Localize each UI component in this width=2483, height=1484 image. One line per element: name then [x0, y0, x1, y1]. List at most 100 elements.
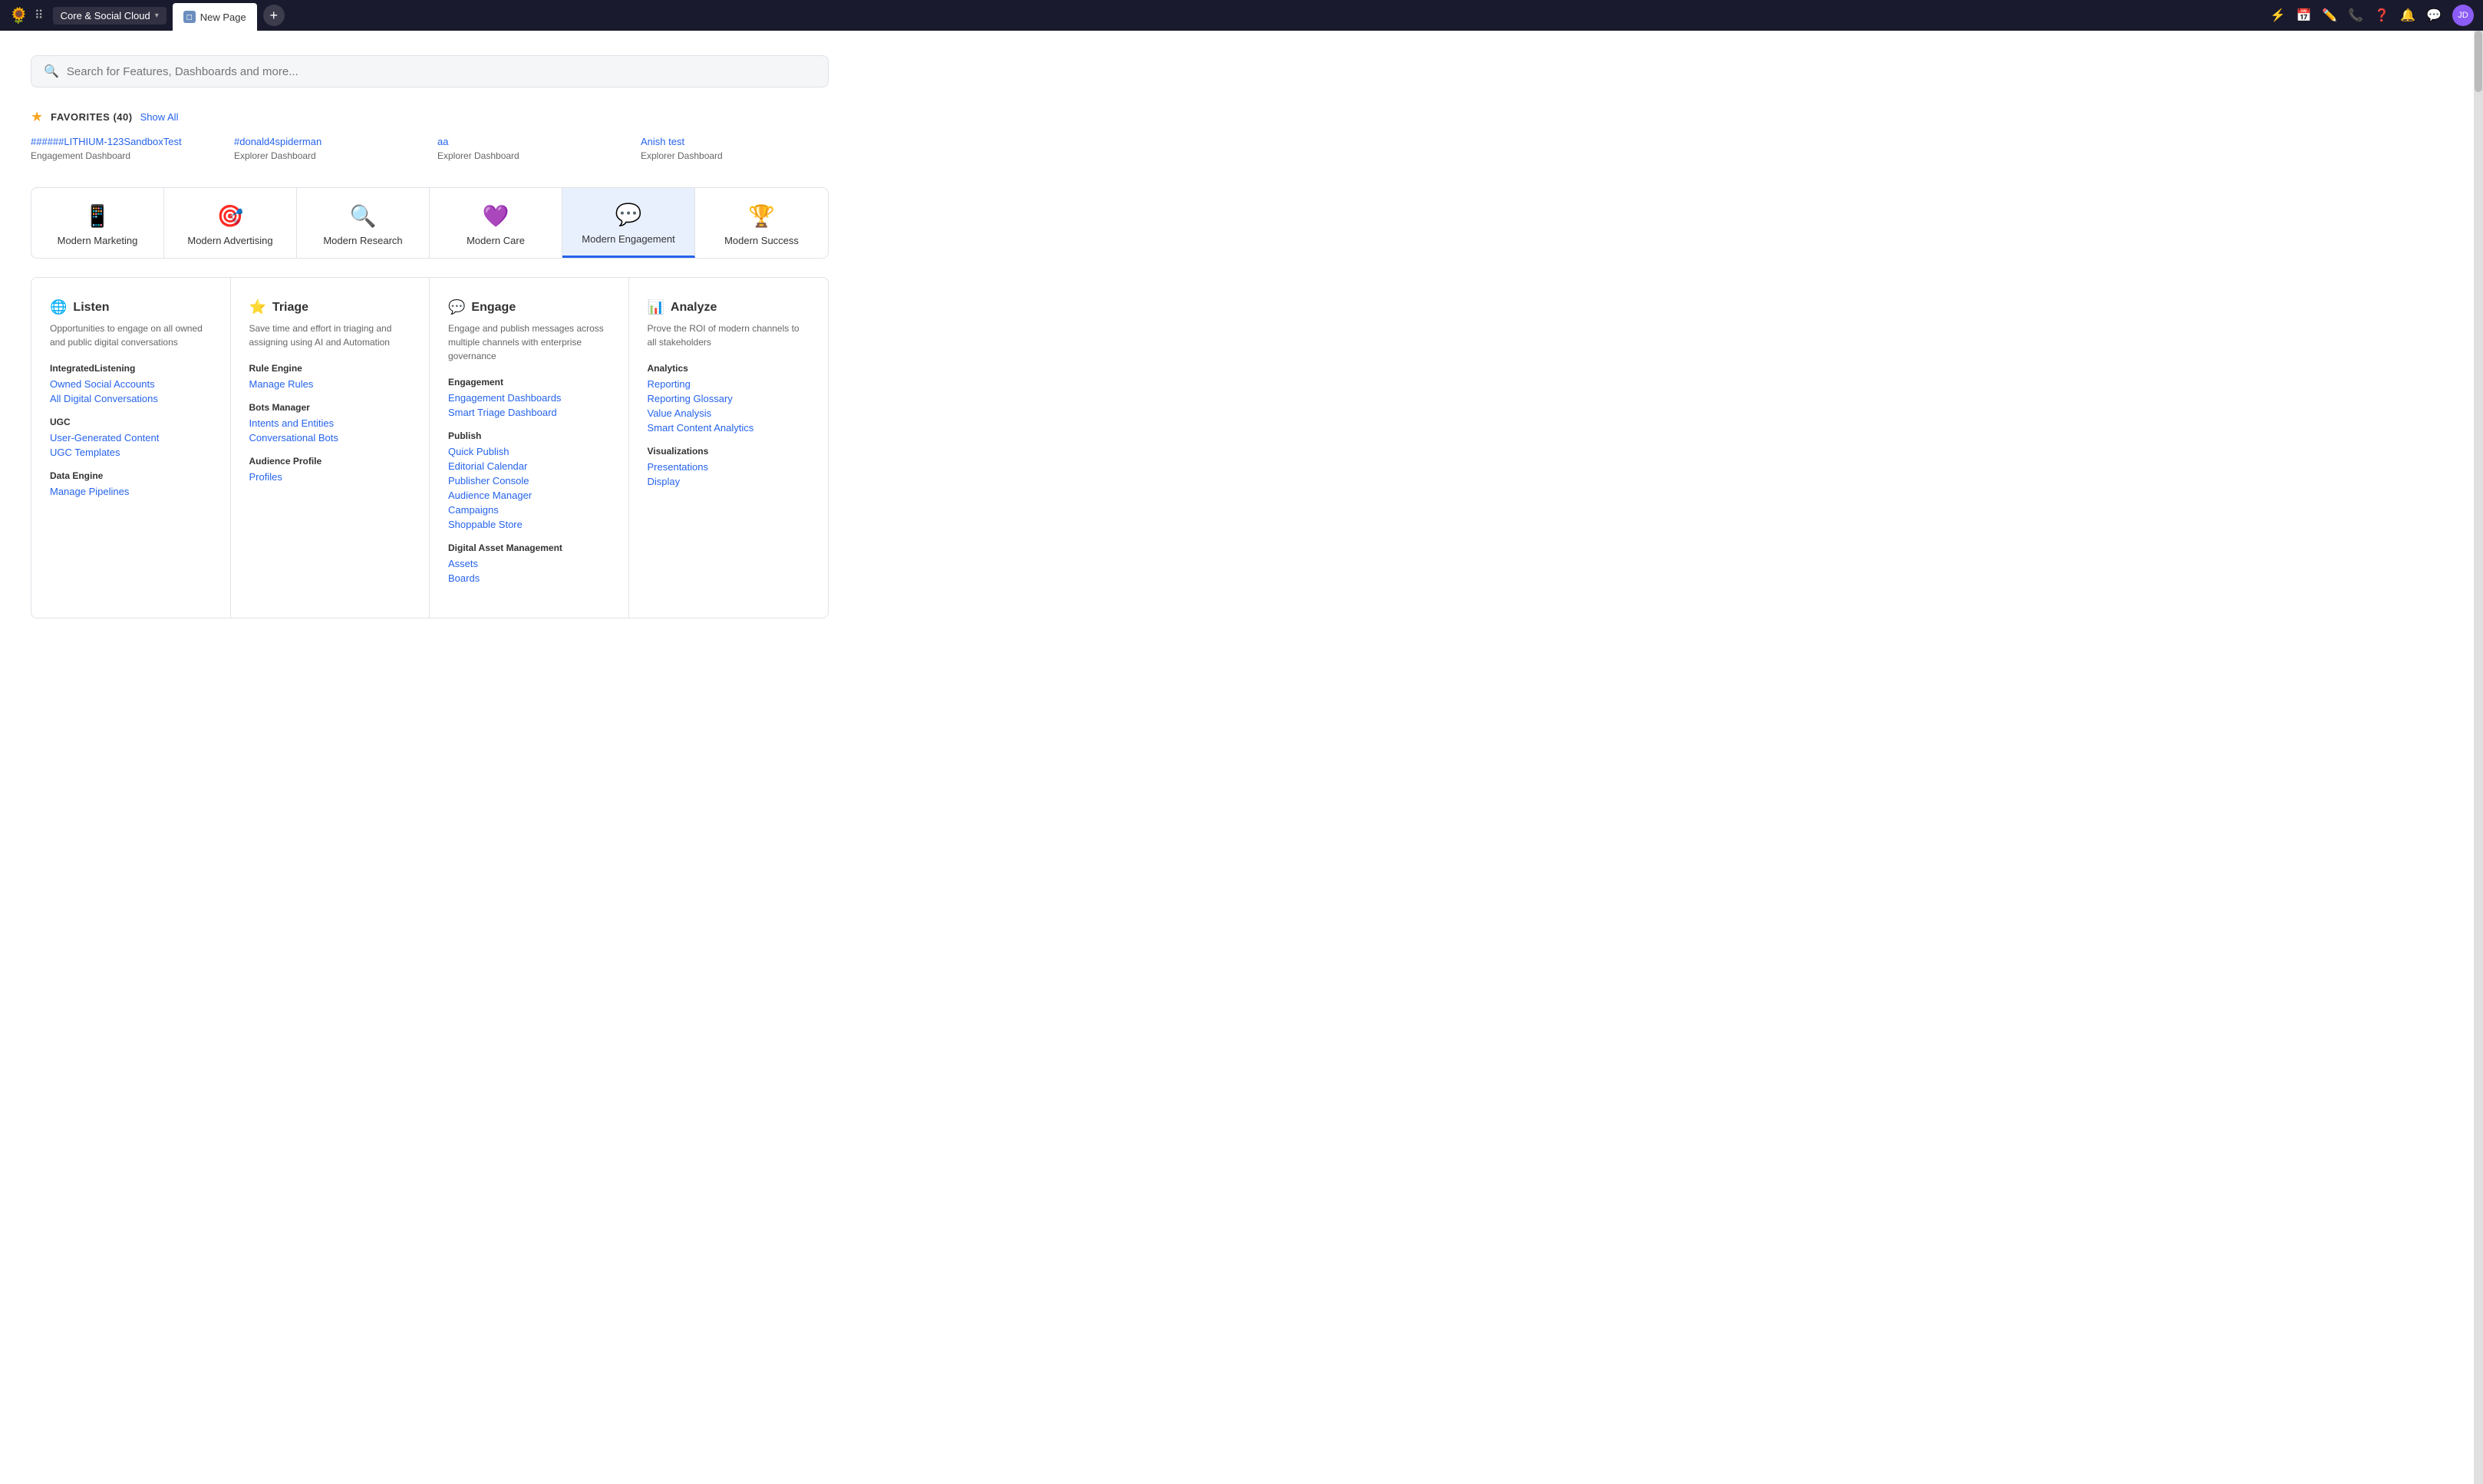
fav-sub-3: Explorer Dashboard [437, 150, 519, 161]
engagement-icon: 💬 [615, 202, 642, 227]
module-nav: 📱 Modern Marketing 🎯 Modern Advertising … [31, 187, 829, 259]
care-icon: 💜 [483, 203, 509, 229]
triage-group-3-title: Audience Profile [249, 456, 411, 467]
listen-group-3: Data Engine Manage Pipelines [50, 470, 212, 497]
chat-icon[interactable]: 💬 [2426, 8, 2442, 23]
search-icon: 🔍 [44, 64, 59, 79]
module-care[interactable]: 💜 Modern Care [430, 188, 562, 258]
engage-group-1-title: Engagement [448, 377, 610, 387]
favorites-header: ★ FAVORITES (40) Show All [31, 109, 2443, 125]
reporting-glossary-link[interactable]: Reporting Glossary [648, 393, 810, 404]
triage-desc: Save time and effort in triaging and ass… [249, 322, 411, 349]
bell-icon[interactable]: 🔔 [2400, 8, 2415, 23]
fav-link-4[interactable]: Anish test [641, 136, 829, 147]
quick-publish-link[interactable]: Quick Publish [448, 446, 610, 457]
fav-link-3[interactable]: aa [437, 136, 625, 147]
owned-social-accounts-link[interactable]: Owned Social Accounts [50, 378, 212, 390]
col-analyze: 📊 Analyze Prove the ROI of modern channe… [629, 278, 829, 618]
ugc-link[interactable]: User-Generated Content [50, 432, 212, 444]
manage-rules-link[interactable]: Manage Rules [249, 378, 411, 390]
triage-group-2-title: Bots Manager [249, 402, 411, 413]
triage-title: Triage [272, 301, 308, 315]
grid-icon[interactable]: ⠿ [35, 8, 44, 23]
boards-link[interactable]: Boards [448, 572, 610, 584]
intents-entities-link[interactable]: Intents and Entities [249, 417, 411, 429]
display-link[interactable]: Display [648, 476, 810, 487]
module-advertising[interactable]: 🎯 Modern Advertising [164, 188, 297, 258]
module-engagement-label: Modern Engagement [582, 233, 674, 245]
phone-icon[interactable]: 📞 [2348, 8, 2363, 23]
analyze-group-1-title: Analytics [648, 363, 810, 374]
listen-group-2: UGC User-Generated Content UGC Templates [50, 417, 212, 458]
add-tab-button[interactable]: + [263, 5, 285, 26]
conversational-bots-link[interactable]: Conversational Bots [249, 432, 411, 444]
audience-manager-link[interactable]: Audience Manager [448, 490, 610, 501]
edit-icon[interactable]: ✏️ [2322, 8, 2337, 23]
profiles-link[interactable]: Profiles [249, 471, 411, 483]
editorial-calendar-link[interactable]: Editorial Calendar [448, 460, 610, 472]
advertising-icon: 🎯 [217, 203, 244, 229]
module-success[interactable]: 🏆 Modern Success [695, 188, 828, 258]
module-marketing-label: Modern Marketing [58, 235, 138, 246]
marketing-icon: 📱 [84, 203, 111, 229]
presentations-link[interactable]: Presentations [648, 461, 810, 473]
show-all-link[interactable]: Show All [140, 111, 179, 123]
smart-triage-dashboard-link[interactable]: Smart Triage Dashboard [448, 407, 610, 418]
search-bar: 🔍 [31, 55, 829, 87]
module-success-label: Modern Success [724, 235, 799, 246]
avatar-initials: JD [2458, 11, 2468, 20]
content-grid: 🌐 Listen Opportunities to engage on all … [31, 277, 829, 618]
listen-desc: Opportunities to engage on all owned and… [50, 322, 212, 349]
shoppable-store-link[interactable]: Shoppable Store [448, 519, 610, 530]
engage-header: 💬 Engage [448, 299, 610, 315]
analyze-header: 📊 Analyze [648, 299, 810, 315]
triage-group-3: Audience Profile Profiles [249, 456, 411, 483]
col-triage: ⭐ Triage Save time and effort in triagin… [231, 278, 430, 618]
fav-sub-4: Explorer Dashboard [641, 150, 723, 161]
module-research[interactable]: 🔍 Modern Research [297, 188, 430, 258]
help-icon[interactable]: ❓ [2374, 8, 2389, 23]
tab-page-icon: ◻ [183, 11, 196, 23]
engage-group-2: Publish Quick Publish Editorial Calendar… [448, 430, 610, 530]
publisher-console-link[interactable]: Publisher Console [448, 475, 610, 486]
fav-link-1[interactable]: ######LITHIUM-123SandboxTest [31, 136, 219, 147]
fav-link-2[interactable]: #donald4spiderman [234, 136, 422, 147]
listen-group-2-title: UGC [50, 417, 212, 427]
manage-pipelines-link[interactable]: Manage Pipelines [50, 486, 212, 497]
listen-header: 🌐 Listen [50, 299, 212, 315]
calendar-icon[interactable]: 📅 [2296, 8, 2311, 23]
triage-icon: ⭐ [249, 299, 266, 315]
current-tab[interactable]: ◻ New Page [173, 3, 257, 31]
ugc-templates-link[interactable]: UGC Templates [50, 447, 212, 458]
all-digital-conversations-link[interactable]: All Digital Conversations [50, 393, 212, 404]
analyze-group-2: Visualizations Presentations Display [648, 446, 810, 487]
fav-item-2: #donald4spiderman Explorer Dashboard [234, 136, 422, 163]
topnav: 🌻 ⠿ Core & Social Cloud ▾ ◻ New Page + ⚡… [0, 0, 2483, 31]
analyze-desc: Prove the ROI of modern channels to all … [648, 322, 810, 349]
engage-desc: Engage and publish messages across multi… [448, 322, 610, 363]
avatar[interactable]: JD [2452, 5, 2474, 26]
value-analysis-link[interactable]: Value Analysis [648, 407, 810, 419]
page-wrapper: 🔍 ★ FAVORITES (40) Show All ######LITHIU… [0, 31, 2483, 1484]
module-engagement[interactable]: 💬 Modern Engagement [562, 188, 695, 258]
search-input[interactable] [67, 65, 816, 78]
smart-content-analytics-link[interactable]: Smart Content Analytics [648, 422, 810, 434]
engage-icon: 💬 [448, 299, 465, 315]
fav-sub-2: Explorer Dashboard [234, 150, 316, 161]
listen-group-3-title: Data Engine [50, 470, 212, 481]
tab-label: New Page [200, 12, 246, 23]
module-marketing[interactable]: 📱 Modern Marketing [31, 188, 164, 258]
analyze-title: Analyze [671, 301, 717, 315]
analyze-icon: 📊 [648, 299, 664, 315]
flash-icon[interactable]: ⚡ [2270, 8, 2286, 23]
app-name-selector[interactable]: Core & Social Cloud ▾ [53, 7, 167, 25]
reporting-link[interactable]: Reporting [648, 378, 810, 390]
engagement-dashboards-link[interactable]: Engagement Dashboards [448, 392, 610, 404]
favorites-star-icon: ★ [31, 109, 43, 125]
assets-link[interactable]: Assets [448, 558, 610, 569]
engage-group-3: Digital Asset Management Assets Boards [448, 542, 610, 584]
scrollbar-thumb[interactable] [2475, 31, 2482, 92]
campaigns-link[interactable]: Campaigns [448, 504, 610, 516]
logo-icon: 🌻 [9, 6, 28, 25]
scrollbar[interactable] [2474, 31, 2483, 1484]
